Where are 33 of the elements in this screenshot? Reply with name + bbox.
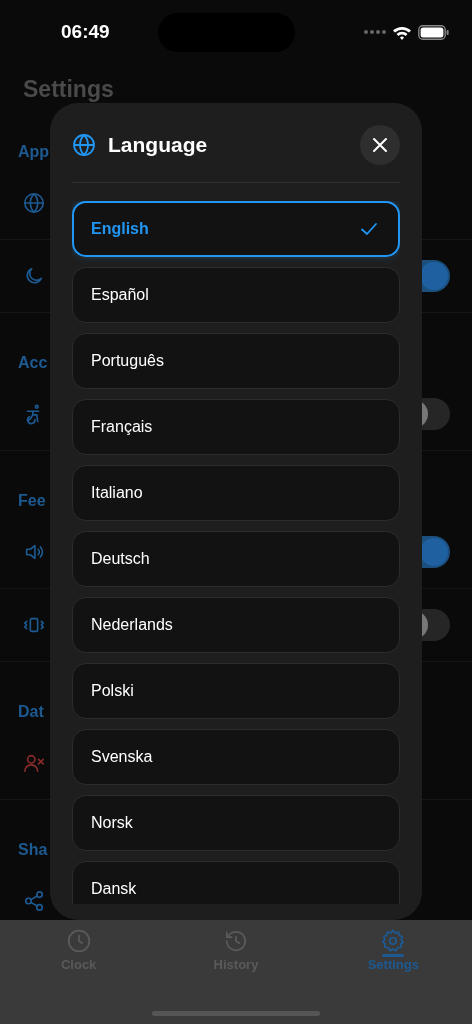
section-heading: Fee	[18, 491, 46, 511]
language-option[interactable]: Nederlands	[72, 597, 400, 653]
language-option[interactable]: Italiano	[72, 465, 400, 521]
language-option[interactable]: Deutsch	[72, 531, 400, 587]
language-option[interactable]: Français	[72, 399, 400, 455]
clock-icon	[65, 928, 92, 954]
language-option[interactable]: Svenska	[72, 729, 400, 785]
dialog-title: Language	[108, 133, 208, 157]
share-icon	[23, 890, 45, 912]
language-option[interactable]: Español	[72, 267, 400, 323]
wifi-icon	[392, 24, 412, 40]
gear-icon	[380, 928, 407, 954]
moon-icon	[23, 265, 45, 287]
section-heading: Sha	[18, 840, 48, 860]
language-option[interactable]: Polski	[72, 663, 400, 719]
close-button[interactable]	[360, 125, 400, 165]
globe-icon	[72, 133, 96, 157]
page-title: Settings	[23, 76, 114, 102]
language-option[interactable]: Dansk	[72, 861, 400, 904]
section-heading: App	[18, 142, 50, 162]
signal-icon	[364, 30, 386, 34]
checkmark-icon	[360, 222, 378, 236]
close-icon	[372, 137, 388, 153]
section-heading: Dat	[18, 702, 44, 722]
remove-user-icon	[23, 752, 45, 774]
globe-icon	[23, 192, 45, 214]
language-option[interactable]: Norsk	[72, 795, 400, 851]
language-option[interactable]: Português	[72, 333, 400, 389]
history-icon	[223, 928, 249, 954]
language-option[interactable]: English	[72, 201, 400, 257]
section-heading: Acc	[18, 353, 48, 373]
battery-icon	[418, 24, 450, 40]
status-time: 06:49	[61, 21, 110, 43]
